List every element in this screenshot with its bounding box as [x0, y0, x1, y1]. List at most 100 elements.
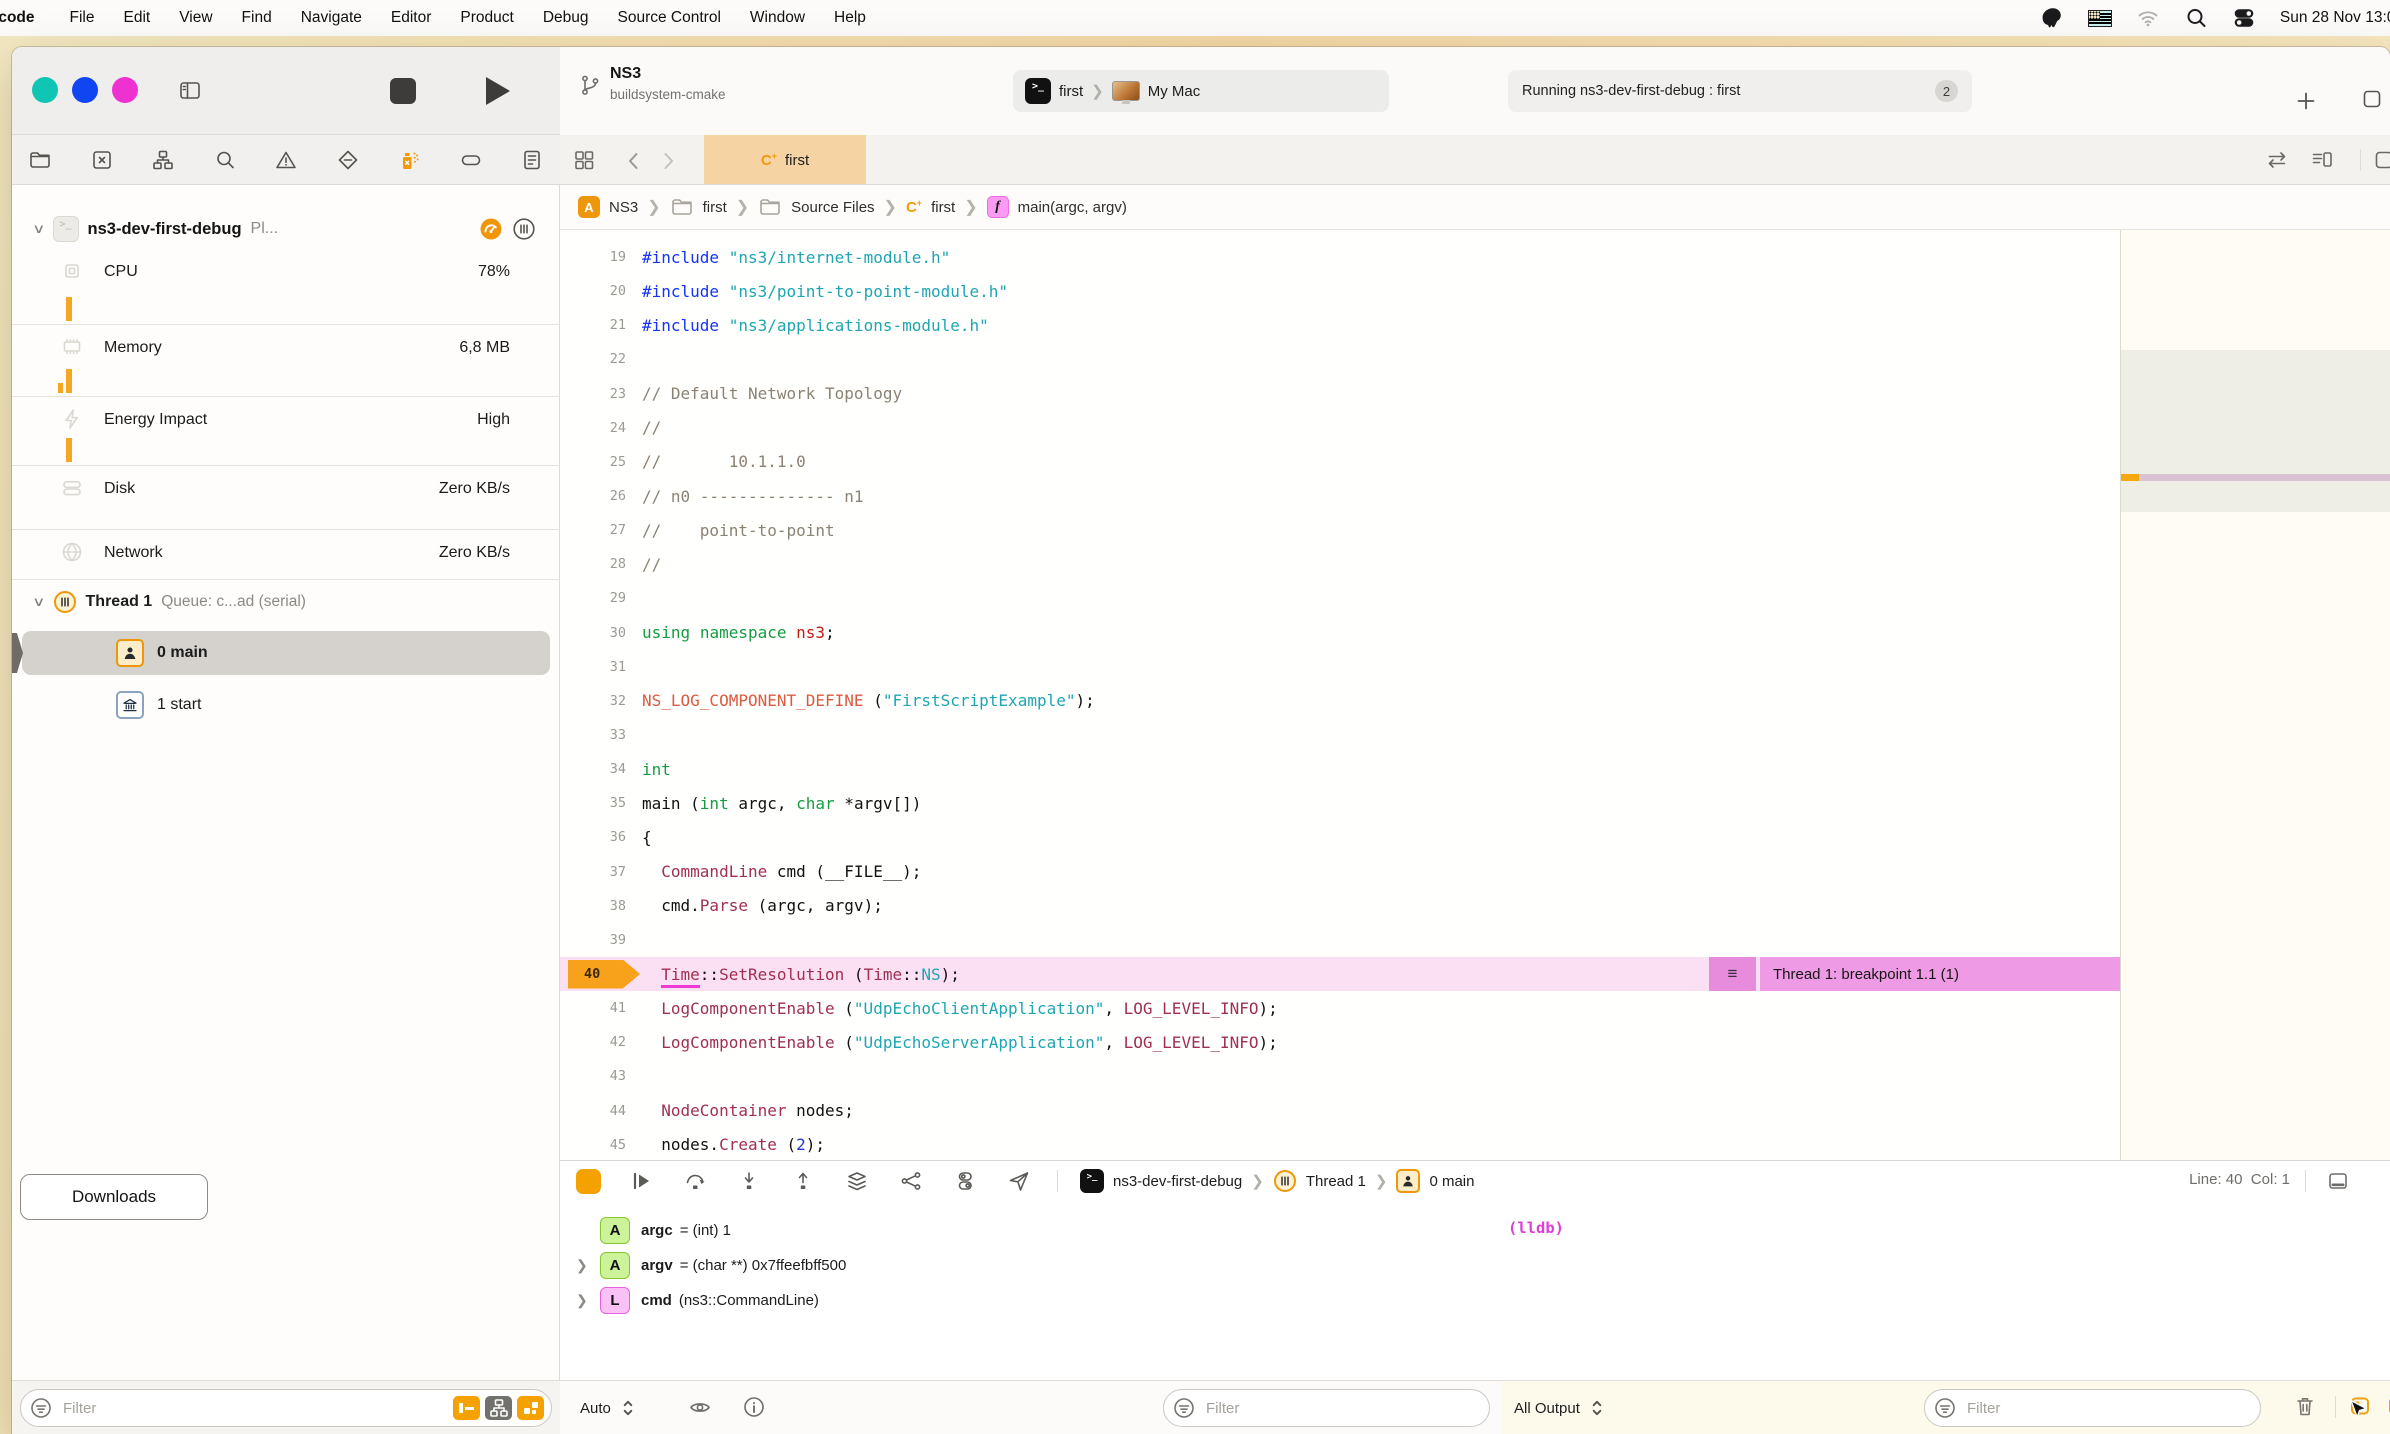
chevron-down-icon[interactable]: ∨ [32, 221, 45, 237]
window-minimize-button[interactable] [72, 77, 98, 103]
menu-item-file[interactable]: File [70, 9, 95, 26]
variables-scope-selector[interactable]: Auto [580, 1396, 640, 1420]
breakpoint-actions-menu[interactable]: ≡ [1709, 956, 1756, 992]
activity-status[interactable]: Running ns3-dev-first-debug : first 2 [1508, 70, 1972, 112]
scheme-name[interactable]: first [1059, 83, 1083, 100]
code-line-41[interactable]: 41 LogComponentEnable ("UdpEchoClientApp… [560, 991, 2120, 1025]
console-output-selector[interactable]: All Output [1514, 1396, 1609, 1420]
process-row[interactable]: ∨ >_ ns3-dev-first-debug Pl... [12, 209, 560, 249]
scheme-filter-button[interactable] [485, 1396, 512, 1420]
gauge-row-memory[interactable]: Memory 6,8 MB [12, 325, 560, 397]
minimap[interactable] [2120, 230, 2390, 1160]
minimap-visible-region[interactable] [2121, 350, 2390, 512]
menu-item-find[interactable]: Find [242, 9, 272, 26]
navigator-tab-debug-icon[interactable] [397, 148, 421, 172]
clear-console-icon[interactable] [2293, 1394, 2317, 1418]
performance-gauge-icon[interactable] [479, 217, 503, 241]
jump-bar-item[interactable]: NS3 [609, 199, 638, 216]
menu-item-source-control[interactable]: Source Control [618, 9, 721, 26]
project-title-block[interactable]: NS3 buildsystem-cmake [578, 65, 726, 102]
code-line-26[interactable]: 26 // n0 -------------- n1 [560, 479, 2120, 513]
gauge-row-network[interactable]: Network Zero KB/s [12, 530, 560, 580]
chevron-down-icon[interactable]: ∨ [32, 594, 45, 610]
code-line-45[interactable]: 45 nodes.Create (2); [560, 1128, 2120, 1160]
thread-row[interactable]: ∨ Thread 1 Queue: c...ad (serial) [12, 585, 560, 619]
code-line-21[interactable]: 21 #include "ns3/applications-module.h" [560, 308, 2120, 342]
source-editor[interactable]: 19 #include "ns3/internet-module.h" 20 #inc… [560, 230, 2120, 1160]
status-badge[interactable]: 2 [1935, 80, 1958, 102]
tab-first[interactable]: C+ first [704, 135, 866, 184]
code-line-23[interactable]: 23 // Default Network Topology [560, 377, 2120, 411]
code-line-37[interactable]: 37 CommandLine cmd (__FILE__); [560, 855, 2120, 889]
recent-filter-button[interactable] [517, 1396, 544, 1420]
location-button[interactable] [1007, 1169, 1031, 1193]
control-center-icon[interactable] [2232, 6, 2256, 30]
menu-item-navigate[interactable]: Navigate [301, 9, 362, 26]
breakpoint-gutter[interactable]: 40 [560, 959, 642, 989]
menu-item-help[interactable]: Help [834, 9, 866, 26]
menu-item-product[interactable]: Product [460, 9, 513, 26]
info-icon[interactable] [742, 1395, 766, 1419]
variable-row-argv[interactable]: ❯ Aargv = (char **) 0x7ffeefbff500 [574, 1248, 1504, 1283]
disclosure-icon[interactable]: ❯ [574, 1292, 600, 1309]
code-line-25[interactable]: 25 // 10.1.1.0 [560, 445, 2120, 479]
navigator-tab-project-icon[interactable] [28, 148, 52, 172]
back-icon[interactable] [622, 149, 646, 173]
menu-item-debug[interactable]: Debug [543, 9, 589, 26]
step-over-button[interactable] [683, 1169, 707, 1193]
window-close-button[interactable] [32, 77, 58, 103]
jump-bar-item[interactable]: Source Files [791, 199, 874, 216]
scheme-selector[interactable]: >_ first ❯ My Mac [1013, 70, 1389, 112]
code-line-38[interactable]: 38 cmd.Parse (argc, argv); [560, 889, 2120, 923]
console-filter-input[interactable] [1924, 1389, 2261, 1427]
code-line-29[interactable]: 29 [560, 581, 2120, 615]
navigator-tab-find-icon[interactable] [213, 148, 237, 172]
quicklook-icon[interactable] [688, 1395, 712, 1419]
variable-row-argc[interactable]: Aargc = (int) 1 [574, 1213, 1504, 1248]
code-line-24[interactable]: 24 // [560, 411, 2120, 445]
variables-filter-field[interactable] [1163, 1389, 1490, 1427]
step-out-button[interactable] [791, 1169, 815, 1193]
view-hierarchy-button[interactable] [845, 1169, 869, 1193]
code-line-33[interactable]: 33 [560, 718, 2120, 752]
code-line-28[interactable]: 28 // [560, 547, 2120, 581]
jump-bar-item[interactable]: first [703, 199, 727, 216]
gauge-row-energy-impact[interactable]: Energy Impact High [12, 397, 560, 466]
jump-bar-item[interactable]: main(argc, argv) [1018, 199, 1127, 216]
gauge-row-disk[interactable]: Disk Zero KB/s [12, 466, 560, 530]
navigator-filter-field[interactable] [20, 1389, 552, 1427]
menu-apple-app[interactable]: Xcode [0, 9, 41, 27]
code-line-20[interactable]: 20 #include "ns3/point-to-point-module.h" [560, 274, 2120, 308]
disclosure-icon[interactable]: ❯ [574, 1257, 600, 1274]
split-editor-icon[interactable] [2372, 148, 2390, 172]
memory-graph-button[interactable] [899, 1169, 923, 1193]
code-line-30[interactable]: 30 using namespace ns3; [560, 616, 2120, 650]
debug-breadcrumb-item[interactable]: Thread 1 [1306, 1173, 1366, 1190]
menu-item-window[interactable]: Window [750, 9, 805, 26]
window-zoom-button[interactable] [112, 77, 138, 103]
code-line-22[interactable]: 22 [560, 342, 2120, 376]
breakpoint-badge[interactable]: 40 [568, 959, 640, 989]
code-line-39[interactable]: 39 [560, 923, 2120, 957]
adjust-editor-icon[interactable] [2265, 148, 2289, 172]
library-icon[interactable] [2360, 87, 2384, 111]
step-into-button[interactable] [737, 1169, 761, 1193]
stack-frame-start[interactable]: 1 start [12, 683, 560, 727]
code-line-34[interactable]: 34 int [560, 752, 2120, 786]
variable-row-cmd[interactable]: ❯ Lcmd (ns3::CommandLine) [574, 1283, 1504, 1318]
debug-breadcrumb-item[interactable]: ns3-dev-first-debug [1113, 1173, 1242, 1190]
show-console-panel-icon[interactable] [2386, 1394, 2390, 1418]
code-line-42[interactable]: 42 LogComponentEnable ("UdpEchoServerApp… [560, 1025, 2120, 1059]
navigator-tab-issues-icon[interactable] [274, 148, 298, 172]
input-source-icon[interactable] [2087, 9, 2112, 27]
stack-frame-main[interactable]: 0 main [22, 631, 550, 675]
code-line-36[interactable]: 36 { [560, 820, 2120, 854]
menu-clock[interactable]: Sun 28 Nov 13:06 [2280, 9, 2390, 27]
code-line-35[interactable]: 35 main (int argc, char *argv[]) [560, 786, 2120, 820]
code-line-44[interactable]: 44 NodeContainer nodes; [560, 1094, 2120, 1128]
jump-bar-item[interactable]: first [931, 199, 955, 216]
code-line-31[interactable]: 31 [560, 650, 2120, 684]
related-items-icon[interactable] [572, 148, 596, 172]
code-line-40[interactable]: 40 Time::SetResolution (Time::NS); ≡ Threa… [560, 956, 2120, 992]
view-process-by-thread-icon[interactable] [512, 217, 536, 241]
